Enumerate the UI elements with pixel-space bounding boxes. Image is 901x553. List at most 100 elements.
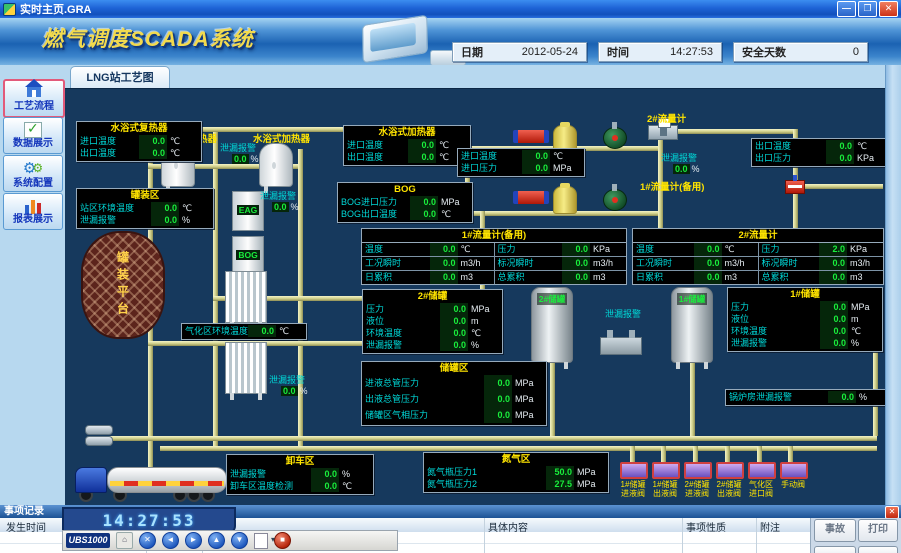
sidebar-item-data-display[interactable]: 数据展示 [3, 117, 63, 154]
leak-value: 0.0 [281, 386, 298, 396]
sidebar-label: 报表展示 [4, 214, 62, 225]
down-icon[interactable]: ▼ [231, 532, 248, 549]
window-titlebar: 实时主页.GRA — ❐ ✕ [0, 0, 901, 18]
panel-row: 气化区环境温度0.0℃ [185, 325, 303, 337]
valve-box-icon[interactable] [716, 462, 744, 479]
panel-outlet: 出口温度0.0℃出口压力0.0KPa [751, 138, 885, 167]
valve-box-icon[interactable] [780, 462, 808, 479]
panel-row-value: 0.0 [820, 325, 848, 337]
panel-row-unit: % [179, 214, 210, 226]
minimize-button[interactable]: — [837, 1, 856, 17]
home-icon[interactable]: ⌂ [116, 532, 133, 549]
bar-chart-icon [25, 198, 41, 214]
panel-row-unit: MPa [438, 196, 469, 208]
valve-box-icon[interactable] [652, 462, 680, 479]
panel-row-label: 出口温度 [347, 151, 408, 163]
valve-label-line: 进液阀 [684, 490, 710, 499]
panel-row-label: 泄漏报警 [80, 214, 151, 226]
valve-label: 2#储罐出液阀 [716, 481, 742, 498]
cell-unit: ℃ [458, 243, 491, 256]
panel-row-value: 0.0 [311, 468, 339, 480]
panel-row-value: 0.0 [410, 196, 438, 208]
maximize-button[interactable]: ❐ [858, 1, 877, 17]
sidebar-label: 工艺流程 [5, 101, 63, 112]
tab-lng-process[interactable]: LNG站工艺图 [70, 66, 170, 89]
outlet-valve[interactable] [785, 180, 805, 194]
panel-row-label: 泄漏报警 [366, 339, 440, 351]
leak-alarm-chip: 泄漏报警 0.0% [661, 151, 700, 174]
cell-label: 日累积 [365, 271, 430, 284]
date-value: 2012-05-24 [514, 46, 586, 58]
panel-row-unit: MPa [512, 375, 543, 391]
flow-table-cell: 压力0.0KPa [495, 243, 627, 257]
panel-row-value: 27.5 [546, 478, 574, 490]
cell-value: 0.0 [562, 257, 590, 270]
leak-alarm-chip: 泄漏报警 0.0% [269, 373, 308, 396]
lng-truck-trailer [107, 467, 227, 493]
up-icon[interactable]: ▲ [208, 532, 225, 549]
table-flow-meter-2: 2#流量计温度0.0℃压力2.0KPa工况瞬时0.0m3/h标况瞬时0.0m3/… [632, 228, 884, 285]
forward-icon[interactable]: ► [185, 532, 202, 549]
lng-truck-cab [75, 467, 107, 493]
flow-table-cell: 工况瞬时0.0m3/h [633, 257, 759, 271]
safe-days-value: 0 [845, 46, 867, 58]
valve-box-icon[interactable] [620, 462, 648, 479]
panel-row-value: 0.0 [408, 151, 436, 163]
panel-title: 1#储罐 [731, 289, 879, 301]
valve-label-line: 进液阀 [620, 490, 646, 499]
control-valve-bottom[interactable] [603, 189, 627, 211]
panel-row: 出口温度0.0℃ [347, 151, 467, 163]
panel-row: 进口温度0.0℃ [80, 135, 198, 147]
panel-row-value: 0.0 [311, 480, 339, 492]
valve-box-icon[interactable] [684, 462, 712, 479]
flow-table-row: 日累积0.0m3总累积0.0m3 [362, 271, 626, 284]
tank2-tag: 2#储罐 [537, 293, 567, 305]
panel-vaporizer-temp: 气化区环境温度0.0℃ [181, 323, 307, 340]
app-title: 燃气调度SCADA系统 [42, 23, 254, 53]
panel-row-value: 0.0 [410, 208, 438, 220]
safe-days-field: 安全天数 0 [733, 42, 868, 62]
bog-vessel: BOG [232, 236, 264, 276]
meter-cylinder-2 [85, 436, 113, 446]
panel-row-unit: m [468, 315, 499, 327]
pipe-segment [550, 359, 555, 436]
bog-tag: BOG [236, 250, 259, 260]
pipe-segment [658, 129, 793, 134]
flow-table-cell: 标况瞬时0.0m3/h [495, 257, 627, 271]
partial-button[interactable] [858, 546, 898, 553]
control-valve-top[interactable] [603, 127, 627, 149]
panel-row-label: 氮气瓶压力2 [427, 478, 546, 490]
page-icon[interactable] [254, 533, 268, 549]
valve-indicator: 1#储罐出液阀 [652, 462, 678, 498]
print-button[interactable]: 打印 [858, 519, 898, 542]
accident-button[interactable]: 事故 [814, 519, 856, 542]
stop-icon[interactable]: ■ [274, 532, 291, 549]
leak-unit: % [690, 164, 700, 174]
flow-table-title: 1#流量计(备用) [362, 229, 626, 243]
panel-tank-1: 1#储罐压力0.0MPa液位0.0m环境温度0.0℃泄漏报警0.0% [727, 287, 883, 352]
panel-row-unit: ℃ [468, 327, 499, 339]
panel-row-value: 0.0 [820, 301, 848, 313]
sidebar-item-report-display[interactable]: 报表展示 [3, 193, 63, 230]
leak-value: 0.0 [673, 164, 690, 174]
panel-row-value: 0.0 [440, 303, 468, 315]
close-button[interactable]: ✕ [879, 1, 898, 17]
tank1-tag: 1#储罐 [677, 293, 707, 305]
sidebar-item-process-flow[interactable]: 工艺流程 [3, 79, 65, 118]
valve-box-icon[interactable] [748, 462, 776, 479]
panel-tank-2: 2#储罐压力0.0MPa液位0.0m环境温度0.0℃泄漏报警0.0% [362, 289, 503, 354]
panel-row-label: BOG出口温度 [341, 208, 410, 220]
log-grid-line [756, 518, 757, 553]
partial-button[interactable] [814, 546, 856, 553]
panel-row: 进口温度0.0℃ [461, 150, 581, 162]
cell-unit: KPa [847, 243, 880, 256]
close-circle-icon[interactable]: ✕ [139, 532, 156, 549]
time-field: 时间 14:27:53 [598, 42, 722, 62]
panel-unloading-area: 卸车区泄漏报警0.0%卸车区温度检测0.0℃ [226, 454, 374, 495]
panel-row-label: 进口温度 [80, 135, 139, 147]
back-icon[interactable]: ◄ [162, 532, 179, 549]
sidebar-item-system-config[interactable]: ⚙⚙ 系统配置 [3, 155, 63, 192]
flow-table-row: 工况瞬时0.0m3/h标况瞬时0.0m3/h [633, 257, 883, 271]
leak-label: 泄漏报警 [260, 189, 299, 202]
panel-row: 液位0.0m [366, 315, 499, 327]
